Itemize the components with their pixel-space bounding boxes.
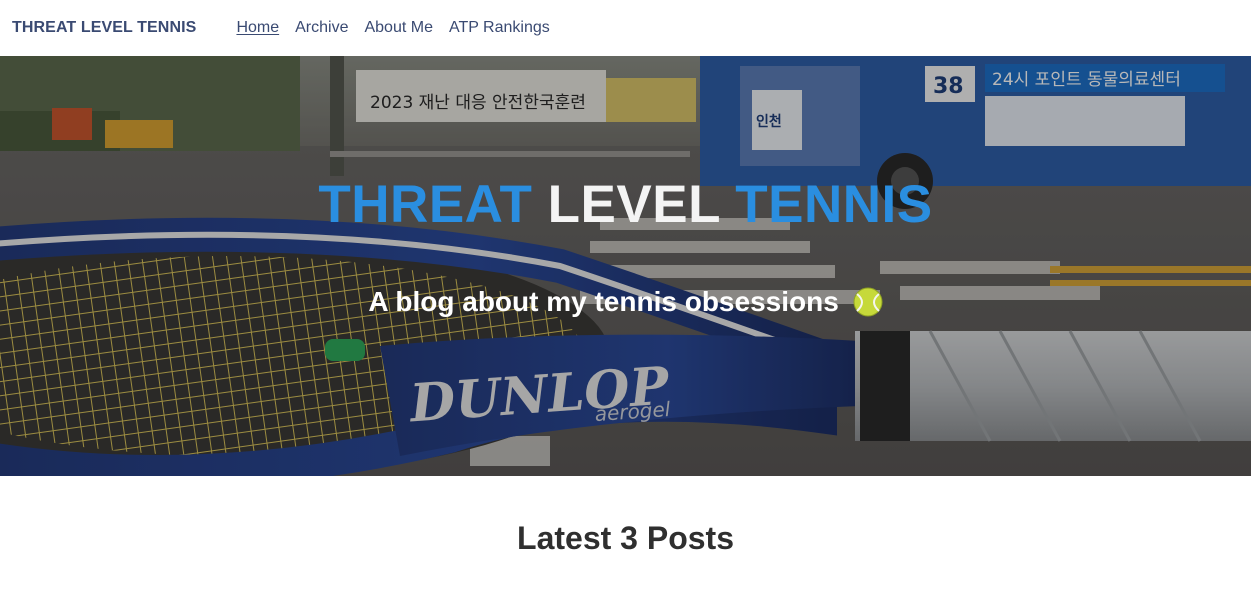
hero-dim-overlay [0,56,1251,476]
hero-subtitle-text: A blog about my tennis obsessions [368,286,839,317]
nav-link-archive[interactable]: Archive [295,19,348,37]
nav-link-home[interactable]: Home [236,19,279,37]
hero-title-word-threat: THREAT [318,175,533,234]
hero-title: THREAT LEVEL TENNIS [0,174,1251,235]
nav-links: Home Archive About Me ATP Rankings [236,19,549,37]
top-navbar: THREAT LEVEL TENNIS Home Archive About M… [0,0,1251,56]
nav-link-atp-rankings[interactable]: ATP Rankings [449,19,550,37]
tennis-ball-icon [853,287,883,317]
hero-title-word-level: LEVEL [547,175,720,234]
latest-posts-heading: Latest 3 Posts [517,520,734,556]
hero-title-word-tennis: TENNIS [735,175,933,234]
hero-banner: 2023 재난 대응 안전한국훈련 38 24시 포인트 동물의료센터 인천 D… [0,56,1251,476]
site-brand-link[interactable]: THREAT LEVEL TENNIS [12,19,196,37]
hero-subtitle: A blog about my tennis obsessions [0,286,1251,318]
nav-link-about-me[interactable]: About Me [364,19,432,37]
